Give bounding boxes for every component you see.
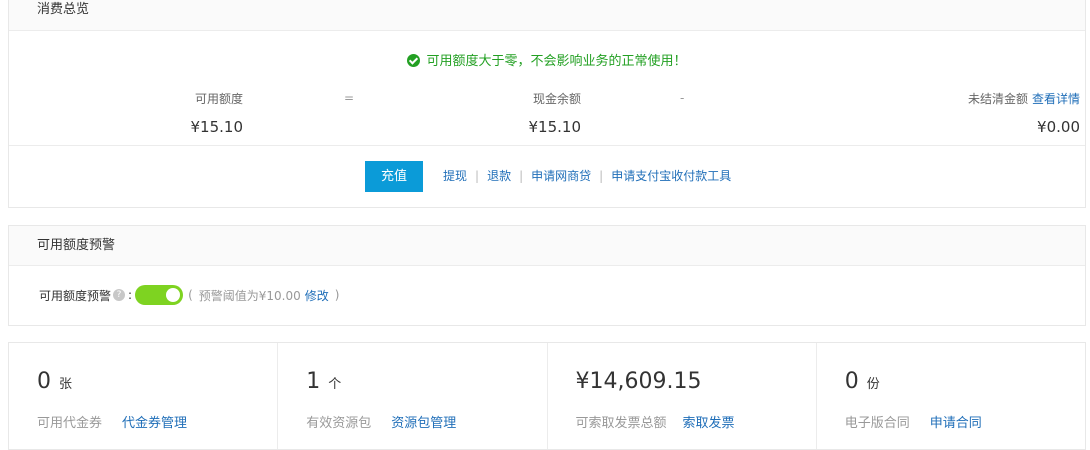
invoice-amount: ¥14,609.15: [575, 369, 702, 394]
alert-toggle[interactable]: [135, 285, 184, 305]
toggle-knob: [166, 288, 181, 302]
help-icon[interactable]: ?: [113, 289, 126, 301]
check-circle-icon: [407, 54, 421, 67]
link-separator: |: [475, 169, 480, 183]
modify-link[interactable]: 修改: [305, 287, 329, 304]
unsettled-label: 未结清金额: [967, 92, 1028, 106]
resource-pack-manage-link[interactable]: 资源包管理: [391, 416, 456, 431]
resource-packs-label: 有效资源包: [306, 416, 372, 431]
withdraw-link[interactable]: 提现: [443, 169, 467, 183]
request-invoice-link[interactable]: 索取发票: [683, 416, 735, 431]
colon: :: [128, 288, 133, 302]
spending-overview-panel: 消费总览 可用额度大于零，不会影响业务的正常使用！ 可用额度 ¥15.10 = …: [8, 0, 1086, 208]
alert-label: 可用额度预警: [39, 288, 112, 303]
status-notice: 可用额度大于零，不会影响业务的正常使用！: [9, 50, 1085, 69]
cash-balance-value: ¥15.10: [528, 118, 582, 136]
contracts-count: 0: [844, 369, 859, 394]
notice-text: 可用额度大于零，不会影响业务的正常使用！: [426, 54, 687, 69]
panel-title: 消费总览: [9, 0, 1085, 31]
vouchers-count: 0: [37, 369, 51, 394]
equals-sign: =: [344, 91, 355, 105]
credit-alert-panel: 可用额度预警 可用额度预警 ? : ( 预警阈值为¥10.00 修改 ): [8, 225, 1086, 326]
available-credit-value: ¥15.10: [190, 118, 244, 136]
link-separator: |: [519, 169, 524, 183]
voucher-manage-link[interactable]: 代金券管理: [122, 416, 187, 431]
paren-open: (: [188, 288, 193, 302]
unsettled-amount: 未结清金额 查看详情 ¥0.00: [889, 90, 1080, 136]
paren-close: ): [334, 288, 340, 302]
resource-packs-unit: 个: [328, 377, 342, 392]
available-credit: 可用额度 ¥15.10: [159, 90, 244, 136]
threshold-text: 预警阈值为¥10.00: [198, 288, 301, 303]
alert-row: 可用额度预警 ? : ( 预警阈值为¥10.00 修改 ): [39, 285, 339, 305]
contracts-unit: 份: [866, 377, 880, 392]
cash-balance: 现金余额 ¥15.10: [499, 90, 582, 136]
minus-sign: -: [680, 91, 685, 105]
contracts-stat: 0份 电子版合同 申请合同: [817, 343, 1085, 449]
resource-packs-stat: 1个 有效资源包 资源包管理: [278, 343, 548, 449]
vouchers-unit: 张: [59, 377, 73, 392]
invoice-stat: ¥14,609.15 可索取发票总额 索取发票: [548, 343, 817, 449]
invoice-label: 可索取发票总额: [575, 416, 667, 431]
apply-mybank-loan-link[interactable]: 申请网商贷: [531, 169, 591, 183]
apply-contract-link[interactable]: 申请合同: [930, 416, 982, 431]
action-links: 提现 | 退款 | 申请网商贷 | 申请支付宝收付款工具: [443, 167, 731, 184]
recharge-button[interactable]: 充值: [365, 161, 423, 192]
vouchers-label: 可用代金券: [37, 416, 103, 431]
cash-balance-label: 现金余额: [532, 92, 581, 106]
resource-packs-count: 1: [306, 369, 321, 394]
view-details-link[interactable]: 查看详情: [1032, 92, 1080, 106]
unsettled-value: ¥0.00: [1037, 118, 1080, 136]
panel-title: 可用额度预警: [9, 226, 1085, 266]
vouchers-stat: 0张 可用代金券 代金券管理: [9, 343, 279, 449]
link-separator: |: [599, 169, 604, 183]
contracts-label: 电子版合同: [844, 416, 910, 431]
divider: [9, 145, 1085, 146]
available-credit-label: 可用额度: [194, 92, 243, 106]
refund-link[interactable]: 退款: [487, 169, 511, 183]
stats-panel: 0张 可用代金券 代金券管理 1个 有效资源包 资源包管理 ¥14,609.15 可…: [8, 342, 1086, 450]
apply-alipay-tool-link[interactable]: 申请支付宝收付款工具: [611, 169, 731, 183]
